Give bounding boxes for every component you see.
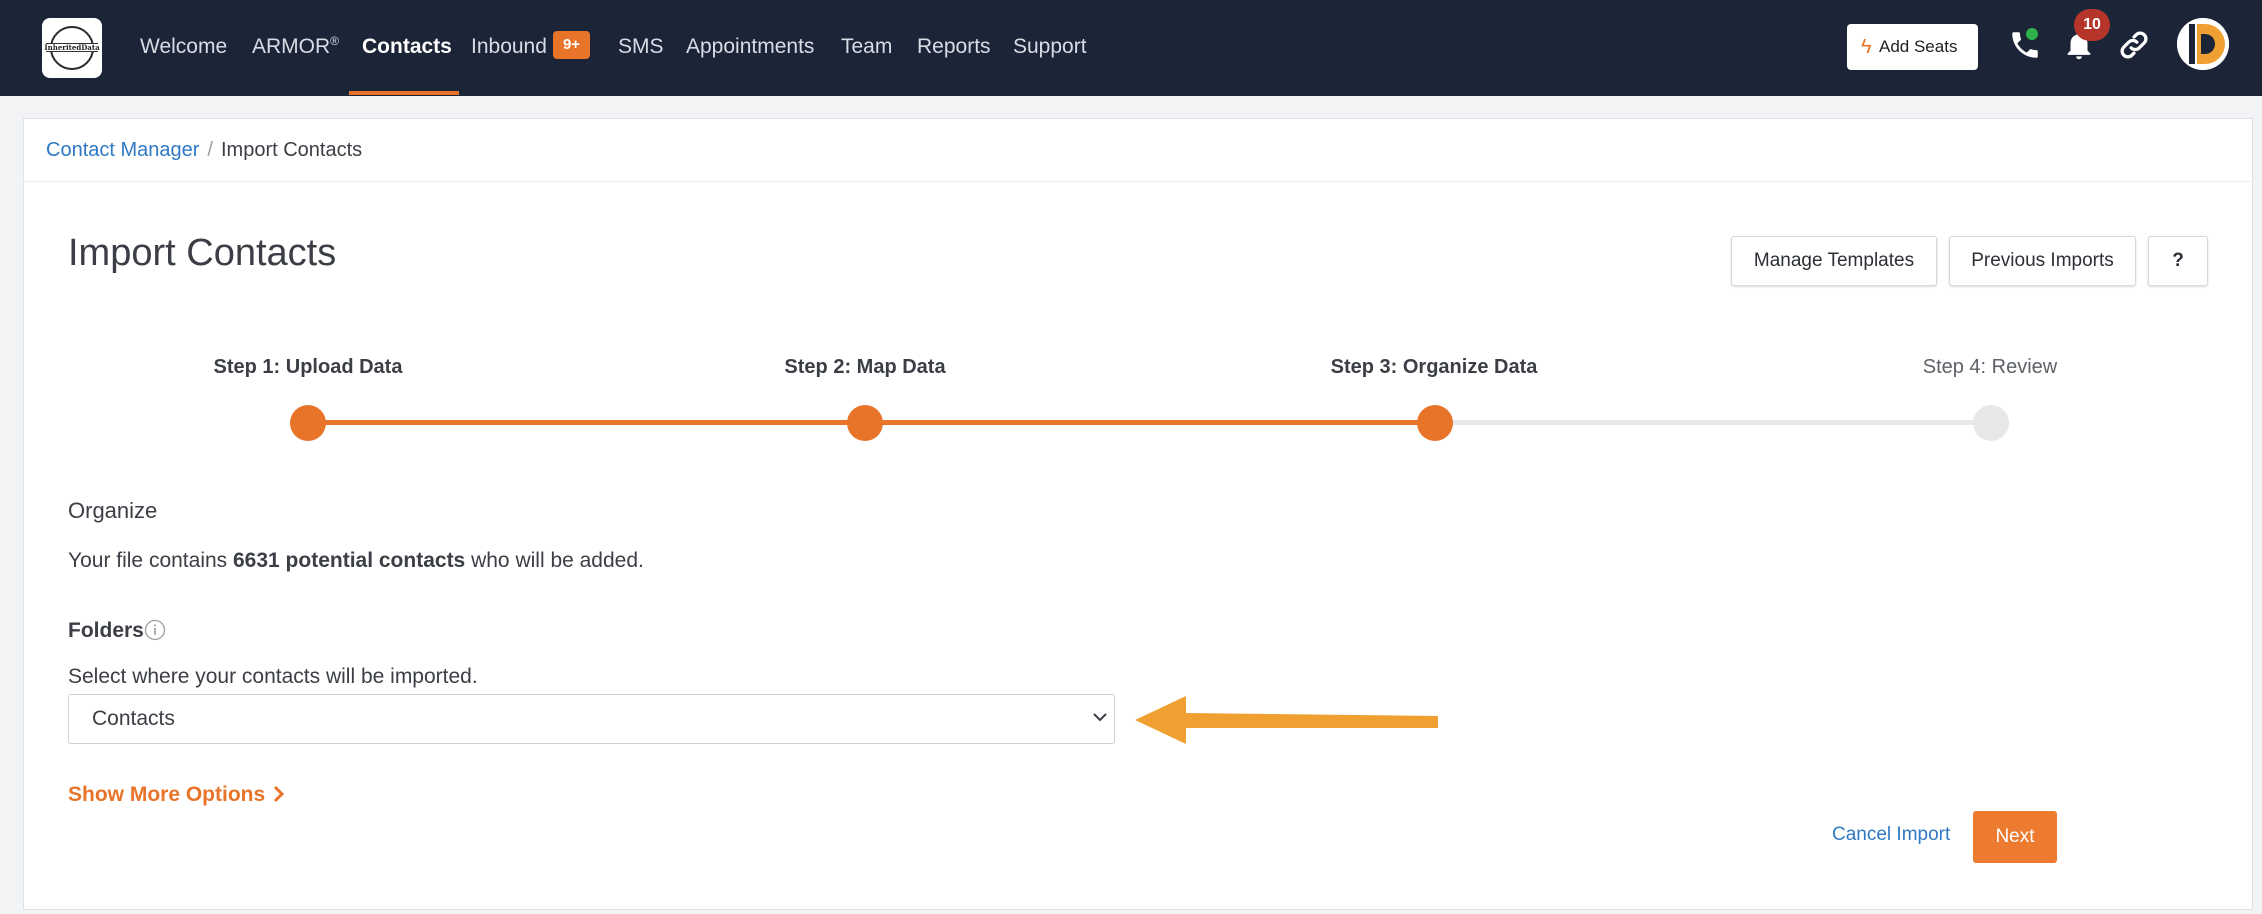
nav-item-team[interactable]: Team — [841, 0, 892, 96]
potential-contacts-count: 6631 potential contacts — [233, 549, 466, 572]
company-logo[interactable]: InheritedData — [42, 18, 102, 78]
step-3-label: Step 3: Organize Data — [1330, 356, 1538, 378]
nav-item-welcome[interactable]: Welcome — [140, 0, 227, 96]
top-navigation-bar: InheritedData Welcome ARMOR® Contacts In… — [0, 0, 2262, 96]
manage-templates-button[interactable]: Manage Templates — [1731, 236, 1937, 286]
logo-text: InheritedData — [44, 43, 100, 52]
breadcrumb-separator: / — [207, 139, 213, 161]
nav-item-appointments[interactable]: Appointments — [686, 0, 814, 96]
chevron-down-icon — [1093, 713, 1107, 722]
cancel-import-link[interactable]: Cancel Import — [1832, 824, 1950, 846]
page-title: Import Contacts — [68, 232, 337, 274]
step-2-marker — [847, 405, 883, 441]
step-2-label: Step 2: Map Data — [784, 356, 946, 378]
nav-item-reports[interactable]: Reports — [917, 0, 991, 96]
breadcrumb-current: Import Contacts — [220, 139, 363, 161]
nav-item-inbound[interactable]: Inbound — [471, 0, 547, 96]
nav-item-armor[interactable]: ARMOR® — [252, 0, 339, 96]
notification-count-badge: 10 — [2074, 9, 2110, 41]
next-button[interactable]: Next — [1973, 811, 2057, 863]
previous-imports-button[interactable]: Previous Imports — [1949, 236, 2136, 286]
annotation-arrow-icon — [1135, 696, 1438, 744]
step-3-marker — [1417, 405, 1453, 441]
folders-label: Folders — [68, 619, 144, 642]
avatar-logo-icon — [2177, 18, 2229, 70]
link-icon[interactable] — [2117, 28, 2151, 62]
add-seats-button[interactable]: ϟ Add Seats — [1847, 24, 1978, 70]
nav-item-contacts[interactable]: Contacts — [362, 0, 452, 96]
add-seats-label: Add Seats — [1879, 37, 1958, 56]
nav-item-support[interactable]: Support — [1013, 0, 1087, 96]
step-1-marker — [290, 405, 326, 441]
step-4-marker — [1973, 405, 2009, 441]
stepper-progress-remaining — [1435, 420, 1991, 425]
breadcrumb: Contact Manager / Import Contacts — [23, 118, 2253, 182]
chevron-right-icon[interactable] — [271, 783, 287, 805]
organize-heading: Organize — [68, 498, 158, 523]
step-4-label: Step 4: Review — [1922, 356, 2058, 378]
inbound-count-badge: 9+ — [553, 31, 590, 59]
folder-select-hint: Select where your contacts will be impor… — [68, 665, 478, 688]
avatar[interactable] — [2177, 18, 2229, 70]
active-nav-indicator — [349, 91, 459, 95]
online-status-dot — [2026, 28, 2038, 40]
breadcrumb-contact-manager[interactable]: Contact Manager — [46, 139, 199, 161]
info-icon[interactable] — [144, 619, 166, 641]
nav-item-sms[interactable]: SMS — [618, 0, 664, 96]
file-summary-text: Your file contains 6631 potential contac… — [68, 549, 644, 572]
folder-select[interactable]: Contacts — [68, 694, 1115, 744]
lightning-icon: ϟ — [1861, 36, 1872, 58]
step-1-label: Step 1: Upload Data — [213, 356, 403, 378]
show-more-options-link[interactable]: Show More Options — [68, 783, 265, 807]
help-button[interactable]: ? — [2148, 236, 2208, 286]
